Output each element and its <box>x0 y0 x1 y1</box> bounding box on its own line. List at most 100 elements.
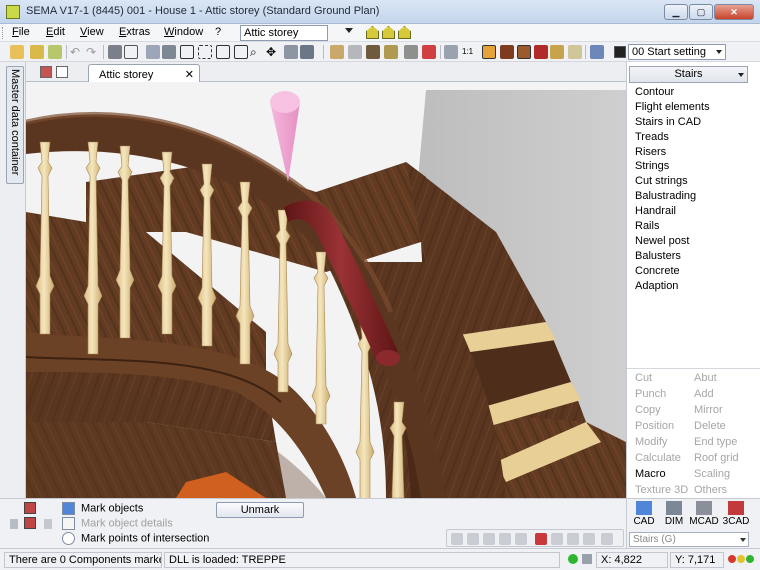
fn-calculate[interactable]: Calculate <box>635 452 681 464</box>
paint-icon[interactable] <box>534 45 548 59</box>
menu-view[interactable]: View <box>80 26 104 38</box>
fn-add[interactable]: Add <box>694 388 714 400</box>
wizard-icon[interactable] <box>30 45 44 59</box>
snap-icon-10[interactable] <box>601 533 613 545</box>
cmd-treads[interactable]: Treads <box>635 130 710 145</box>
zoom-frame-icon[interactable] <box>180 45 194 59</box>
chevron-down-icon[interactable] <box>738 73 744 77</box>
mark-objects-option[interactable]: Mark objects <box>62 502 143 515</box>
snap-icon-2[interactable] <box>467 533 479 545</box>
magnifier-icon[interactable]: ⌕ <box>250 45 264 59</box>
cmd-flight-elements[interactable]: Flight elements <box>635 100 710 115</box>
chevron-down-icon[interactable] <box>740 538 746 542</box>
house-down-icon[interactable] <box>398 26 411 39</box>
close-tab-icon[interactable]: ✕ <box>185 68 194 81</box>
mode-cad[interactable]: CAD <box>629 501 659 529</box>
mark-mode-icon[interactable] <box>24 502 36 514</box>
fn-delete[interactable]: Delete <box>694 420 726 432</box>
reference-icon[interactable] <box>422 45 436 59</box>
redo-icon[interactable]: ↷ <box>86 45 100 59</box>
mode-mcad[interactable]: MCAD <box>689 501 719 529</box>
maximize-icon[interactable]: ▢ <box>689 4 713 20</box>
menu-extras[interactable]: Extras <box>119 26 150 38</box>
undo-icon[interactable]: ↶ <box>70 45 84 59</box>
menu-help[interactable]: ? <box>215 26 221 38</box>
mark-filter-icon[interactable] <box>24 517 36 529</box>
fn-modify[interactable]: Modify <box>635 436 667 448</box>
floor-plan-icon[interactable] <box>40 66 52 78</box>
zoom-extents-icon[interactable] <box>198 45 212 59</box>
split-view-icon[interactable] <box>56 66 68 78</box>
cmd-newel-post[interactable]: Newel post <box>635 234 710 249</box>
render-icon[interactable] <box>482 45 496 59</box>
mark-points-option[interactable]: Mark points of intersection <box>62 532 209 545</box>
hammer-icon[interactable] <box>404 45 418 59</box>
fn-mirror[interactable]: Mirror <box>694 404 723 416</box>
magic-icon[interactable] <box>48 45 62 59</box>
floor-select[interactable]: Attic storey <box>240 25 328 41</box>
stairs-menu-button[interactable]: Stairs <box>629 66 748 83</box>
mode-3cad[interactable]: 3CAD <box>721 501 751 529</box>
cmd-rails[interactable]: Rails <box>635 219 710 234</box>
measure-icon[interactable] <box>444 45 458 59</box>
open-icon[interactable] <box>10 45 24 59</box>
cmd-contour[interactable]: Contour <box>635 85 710 100</box>
snap-icon-5[interactable] <box>515 533 527 545</box>
pan-icon[interactable]: ✥ <box>266 45 280 59</box>
snap-icon-6[interactable] <box>535 533 547 545</box>
fn-copy[interactable]: Copy <box>635 404 661 416</box>
fn-roof-grid[interactable]: Roof grid <box>694 452 739 464</box>
material-icon[interactable] <box>517 45 531 59</box>
pen-icon[interactable] <box>348 45 362 59</box>
fn-position[interactable]: Position <box>635 420 674 432</box>
snap-icon-1[interactable] <box>451 533 463 545</box>
mode-dim[interactable]: DIM <box>659 501 689 529</box>
texture-icon[interactable] <box>550 45 564 59</box>
setting-select[interactable]: 00 Start setting <box>628 44 726 60</box>
fn-end-type[interactable]: End type <box>694 436 737 448</box>
lock-icon[interactable] <box>582 554 592 564</box>
layer-icon[interactable] <box>300 45 314 59</box>
fn-scaling[interactable]: Scaling <box>694 468 730 480</box>
fn-macro[interactable]: Macro <box>635 468 666 480</box>
house-up-icon[interactable] <box>382 26 395 39</box>
pointer-icon[interactable] <box>44 519 52 529</box>
fn-punch[interactable]: Punch <box>635 388 666 400</box>
grid-icon[interactable] <box>146 45 160 59</box>
cmd-adaption[interactable]: Adaption <box>635 279 710 294</box>
cmd-concrete[interactable]: Concrete <box>635 264 710 279</box>
eye-render-icon[interactable] <box>500 45 514 59</box>
mark-object-details-option[interactable]: Mark object details <box>62 517 173 530</box>
snap-icon-7[interactable] <box>551 533 563 545</box>
cmd-balustrading[interactable]: Balustrading <box>635 189 710 204</box>
cmd-balusters[interactable]: Balusters <box>635 249 710 264</box>
print-icon[interactable] <box>108 45 122 59</box>
fn-others[interactable]: Others <box>694 484 727 496</box>
house-icon[interactable] <box>366 26 379 39</box>
menu-edit[interactable]: Edit <box>46 26 65 38</box>
menu-file[interactable]: File <box>12 26 30 38</box>
sun-icon[interactable] <box>568 45 582 59</box>
window-icon[interactable] <box>124 45 138 59</box>
eye-icon[interactable] <box>366 45 380 59</box>
cmd-strings[interactable]: Strings <box>635 159 710 174</box>
fn-cut[interactable]: Cut <box>635 372 652 384</box>
close-icon[interactable]: ✕ <box>714 4 754 20</box>
tab-attic-storey[interactable]: Attic storey ✕ <box>88 64 200 83</box>
chevron-down-icon[interactable] <box>345 28 353 33</box>
cmd-handrail[interactable]: Handrail <box>635 204 710 219</box>
snap-icon-9[interactable] <box>583 533 595 545</box>
unmark-button[interactable]: Unmark <box>216 502 304 518</box>
cmd-risers[interactable]: Risers <box>635 145 710 160</box>
menu-window[interactable]: Window <box>164 26 203 38</box>
export-icon[interactable] <box>590 45 604 59</box>
cmd-cut-strings[interactable]: Cut strings <box>635 174 710 189</box>
minimize-icon[interactable]: ▁ <box>664 4 688 20</box>
snap-icon-3[interactable] <box>483 533 495 545</box>
hatch-icon[interactable] <box>284 45 298 59</box>
zoom-window-icon[interactable] <box>216 45 230 59</box>
cut-icon[interactable] <box>162 45 176 59</box>
stairs-combo[interactable]: Stairs (G) <box>629 532 749 547</box>
house-3d-icon[interactable] <box>330 45 344 59</box>
cmd-stairs-in-cad[interactable]: Stairs in CAD <box>635 115 710 130</box>
